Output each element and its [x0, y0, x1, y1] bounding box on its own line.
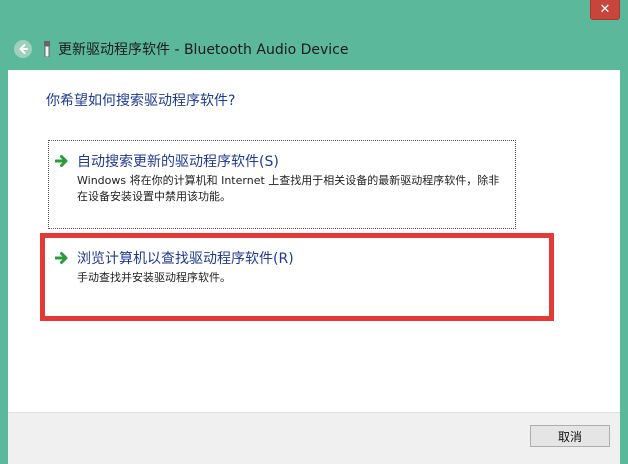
close-icon: ✕ [599, 2, 611, 17]
browse-computer-option-row: 浏览计算机以查找驱动程序软件(R) [55, 248, 294, 268]
browse-computer-option-title: 浏览计算机以查找驱动程序软件(R) [77, 251, 294, 267]
dialog-window: ✕ 更新驱动程序软件 - Bluetooth Audio Device 你希望如… [0, 0, 628, 464]
browse-computer-option-description: 手动查找并安装驱动程序软件。 [77, 271, 231, 284]
back-button[interactable] [14, 40, 32, 58]
dialog-footer: 取消 [8, 412, 620, 464]
auto-search-option-title: 自动搜索更新的驱动程序软件(S) [77, 154, 279, 170]
content-panel: 你希望如何搜索驱动程序软件? 自动搜索更新的驱动程序软件(S) Windows … [8, 70, 620, 412]
cancel-button[interactable]: 取消 [530, 425, 610, 447]
browse-computer-option[interactable]: 浏览计算机以查找驱动程序软件(R) 手动查找并安装驱动程序软件。 [40, 233, 554, 321]
auto-search-option-row: 自动搜索更新的驱动程序软件(S) [55, 151, 279, 171]
usb-device-icon [42, 40, 52, 58]
auto-search-option-description: Windows 将在你的计算机和 Internet 上查找用于相关设备的最新驱动… [77, 174, 500, 203]
title-bar: 更新驱动程序软件 - Bluetooth Audio Device [8, 30, 620, 68]
close-button[interactable]: ✕ [590, 0, 620, 20]
green-arrow-icon [55, 251, 69, 265]
back-arrow-icon [19, 44, 28, 54]
search-question-heading: 你希望如何搜索驱动程序软件? [46, 93, 236, 109]
window-title: 更新驱动程序软件 - Bluetooth Audio Device [58, 42, 349, 58]
auto-search-option[interactable]: 自动搜索更新的驱动程序软件(S) Windows 将在你的计算机和 Intern… [48, 140, 516, 229]
green-arrow-icon [55, 154, 69, 168]
